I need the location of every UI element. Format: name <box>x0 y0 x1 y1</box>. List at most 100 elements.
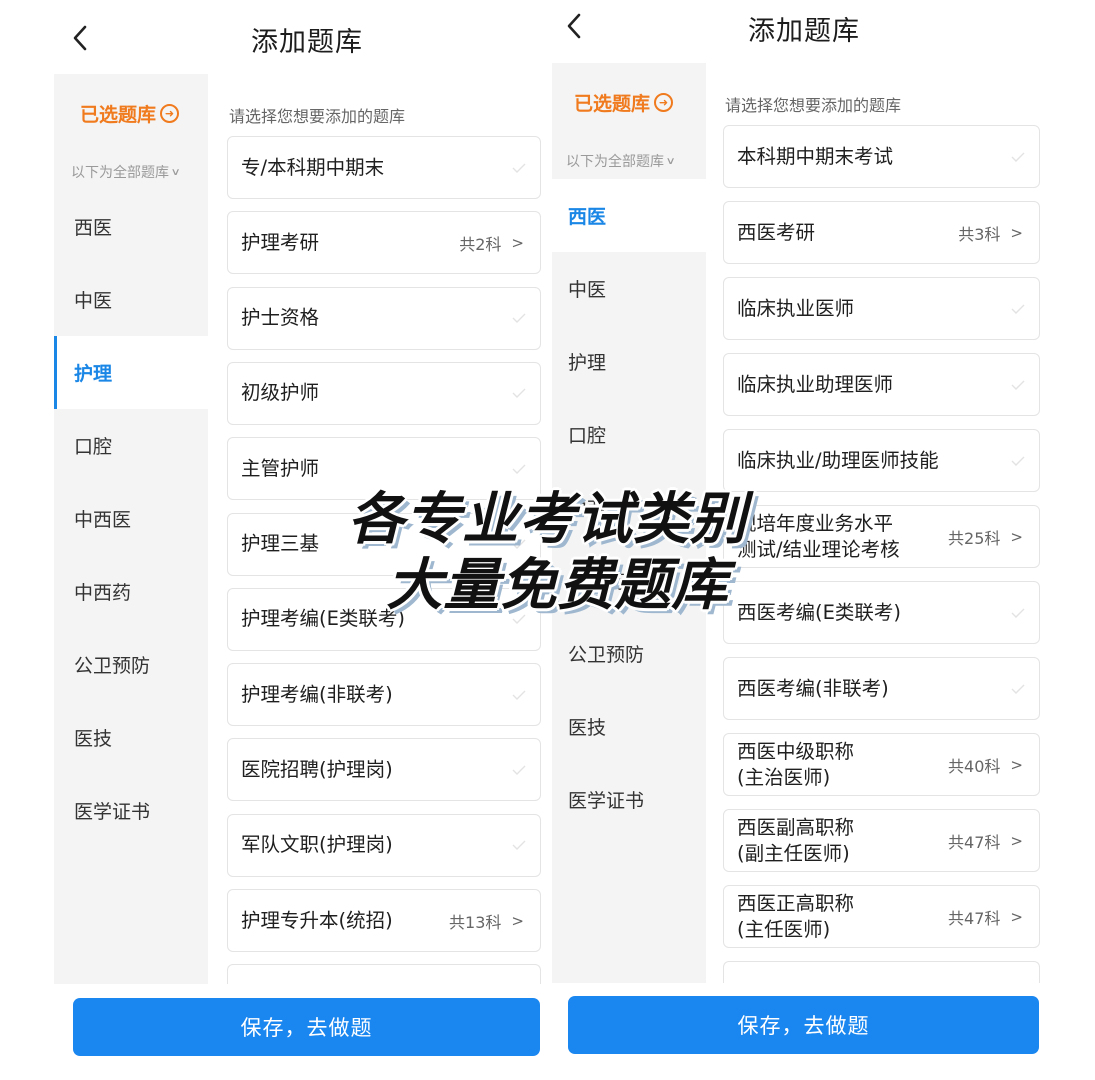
sidebar-item[interactable]: 中西药 <box>54 555 208 628</box>
bank-card-name: 西医正高职称 (主任医师) <box>737 891 855 941</box>
bank-card-name: 西医考编(非联考) <box>737 676 889 700</box>
chevron-right-icon: > <box>1010 527 1023 546</box>
sidebar-item-label: 西医 <box>568 206 607 228</box>
sidebar-item-label: 中西医 <box>568 498 626 520</box>
chevron-left-icon <box>567 13 581 39</box>
sidebar-item-label: 护理 <box>74 363 113 385</box>
sidebar-item[interactable]: 口腔 <box>552 398 706 471</box>
sidebar-item-label: 医技 <box>568 717 607 739</box>
bank-card[interactable]: 临床执业/助理医师技能 <box>723 429 1040 492</box>
left-screen: 添加题库 已选题库 ➜ 以下为全部题库 ∨ 西医中医护理口腔 中西医 中西药公卫预防… <box>0 0 560 1080</box>
bank-card-name: 军队文职(护理岗) <box>241 833 393 857</box>
bank-card[interactable]: 临床执业助理医师 <box>723 353 1040 416</box>
header: 添加题库 <box>0 0 560 72</box>
bank-card[interactable]: 护理考研 共2科 > <box>227 211 541 275</box>
check-icon <box>1011 608 1025 618</box>
subject-count-label: 共47科 <box>948 908 1001 928</box>
sidebar-item-label: 公卫预防 <box>74 655 151 677</box>
bank-card-name: 医院招聘(护理岗) <box>241 757 393 781</box>
back-button[interactable] <box>62 20 98 56</box>
bank-card[interactable]: 医院招聘(护理岗) <box>227 738 541 802</box>
bank-card[interactable]: 护理三基 <box>227 512 541 576</box>
all-banks-dropdown[interactable]: 以下为全部题库 ∨ <box>566 151 676 171</box>
bank-card-name: 本科期中期末考试 <box>737 144 894 168</box>
bank-card-name: 临床执业助理医师 <box>737 372 894 396</box>
bank-card[interactable]: 专/本科期中期末 <box>227 136 541 199</box>
subject-count: 共40科 > <box>948 753 1023 777</box>
bank-card-name: 护士资格 <box>241 306 320 330</box>
bank-card[interactable]: 主管护师 <box>227 437 541 501</box>
bank-card[interactable]: 临床执业医师 <box>723 277 1040 340</box>
bank-card[interactable]: 护士资格 <box>227 286 541 350</box>
check-icon <box>1011 304 1025 314</box>
sidebar-item[interactable]: 医技 <box>552 690 706 763</box>
sidebar-item[interactable]: 口腔 <box>54 409 208 482</box>
bank-card[interactable]: 西医考编(E类联考) <box>723 581 1040 644</box>
sidebar-item[interactable]: 医学证书 <box>552 763 706 836</box>
subject-count-label: 共25科 <box>948 528 1001 548</box>
sidebar-item-label: 中西药 <box>568 571 626 593</box>
chevron-right-icon: > <box>511 233 524 252</box>
page-title: 添加题库 <box>251 27 363 58</box>
bank-card-partial[interactable] <box>723 961 1040 983</box>
save-and-practice-button[interactable]: 保存，去做题 <box>568 996 1039 1054</box>
bank-card-list: 本科期中期末考试 西医考研 共3科 > 临床执业医师 临床执业助理医师 临床执业/助理医师技… <box>723 125 1040 983</box>
subject-count-label: 共2科 <box>459 234 502 254</box>
chevron-right-icon: > <box>1010 223 1023 242</box>
arrow-circle-right-icon: ➜ <box>160 104 180 123</box>
sidebar-item[interactable]: 公卫预防 <box>552 617 706 690</box>
bank-card-name: 专/本科期中期末 <box>241 155 385 179</box>
sidebar-item[interactable]: 护理 <box>552 325 706 398</box>
check-icon <box>512 840 526 851</box>
bank-card-name: 护理考编(非联考) <box>241 682 393 706</box>
subject-count-label: 共3科 <box>958 224 1001 244</box>
bank-card-name: 护理考编(E类联考) <box>241 607 406 631</box>
save-and-practice-button[interactable]: 保存，去做题 <box>73 998 540 1056</box>
bank-card[interactable]: 护理考编(E类联考) <box>227 587 541 651</box>
sidebar-item[interactable]: 医学证书 <box>54 774 208 847</box>
bank-card[interactable]: 本科期中期末考试 <box>723 125 1040 188</box>
sidebar-item-label: 中医 <box>568 279 607 301</box>
sidebar-item[interactable]: 公卫预防 <box>54 628 208 701</box>
sidebar-item[interactable]: 中西医 <box>54 482 208 555</box>
category-sidebar: 已选题库 ➜ 以下为全部题库 ∨ 西医中医护理 口腔中西医中西药公卫预防医技医学证… <box>552 63 706 983</box>
check-icon <box>512 388 526 399</box>
sidebar-item[interactable]: 医技 <box>54 701 208 774</box>
selected-bank-label: 已选题库 <box>574 93 651 115</box>
sidebar-item[interactable]: 中西药 <box>552 544 706 617</box>
sidebar-item-label: 医技 <box>74 728 113 750</box>
chevron-down-icon: ∨ <box>665 155 676 167</box>
check-icon <box>512 464 526 474</box>
bank-card[interactable]: 规培年度业务水平 测试/结业理论考核 共25科 > <box>723 505 1040 568</box>
selected-bank-link[interactable]: 已选题库 ➜ <box>80 100 180 127</box>
sidebar-item[interactable]: 中医 <box>552 252 706 325</box>
back-button[interactable] <box>556 8 592 44</box>
bank-card[interactable]: 护理考编(非联考) <box>227 663 541 727</box>
bank-card-name: 临床执业医师 <box>737 296 855 320</box>
all-banks-dropdown[interactable]: 以下为全部题库 ∨ <box>71 162 181 182</box>
sidebar-item[interactable]: 中西医 <box>552 471 706 544</box>
sidebar-item[interactable]: 西医 <box>54 190 208 263</box>
right-screen: 添加题库 已选题库 ➜ 以下为全部题库 ∨ 西医 中医 护理 口腔 中西医 中西药 公卫预防… <box>548 0 1095 1080</box>
bank-card[interactable]: 军队文职(护理岗) <box>227 813 541 877</box>
subject-count: 共25科 > <box>948 525 1023 549</box>
bank-card[interactable]: 西医正高职称 (主任医师) 共47科 > <box>723 885 1040 948</box>
selected-bank-link[interactable]: 已选题库 ➜ <box>574 89 674 116</box>
sidebar-item[interactable]: 西医 <box>552 179 706 252</box>
bank-card[interactable]: 护理专升本(统招) 共13科 > <box>227 889 541 952</box>
sidebar-item[interactable]: 中医 <box>54 263 208 336</box>
check-icon <box>512 163 526 173</box>
sidebar-item-label: 医学证书 <box>74 801 151 823</box>
chevron-right-icon: > <box>511 911 524 930</box>
bank-card[interactable]: 西医考研 共3科 > <box>723 201 1040 264</box>
arrow-circle-right-icon: ➜ <box>654 93 674 112</box>
bank-card[interactable]: 西医副高职称 (副主任医师) 共47科 > <box>723 809 1040 872</box>
chevron-left-icon <box>73 25 87 51</box>
bank-card[interactable]: 初级护师 <box>227 361 541 425</box>
sidebar-item-label: 西医 <box>74 217 113 239</box>
bank-card-partial[interactable] <box>227 964 541 984</box>
sidebar-item[interactable]: 护理 <box>54 336 208 409</box>
category-sidebar: 已选题库 ➜ 以下为全部题库 ∨ 西医中医护理口腔 中西医 中西药公卫预防医技医学证… <box>54 74 208 984</box>
bank-card[interactable]: 西医中级职称 (主治医师) 共40科 > <box>723 733 1040 796</box>
bank-card[interactable]: 西医考编(非联考) <box>723 657 1040 720</box>
